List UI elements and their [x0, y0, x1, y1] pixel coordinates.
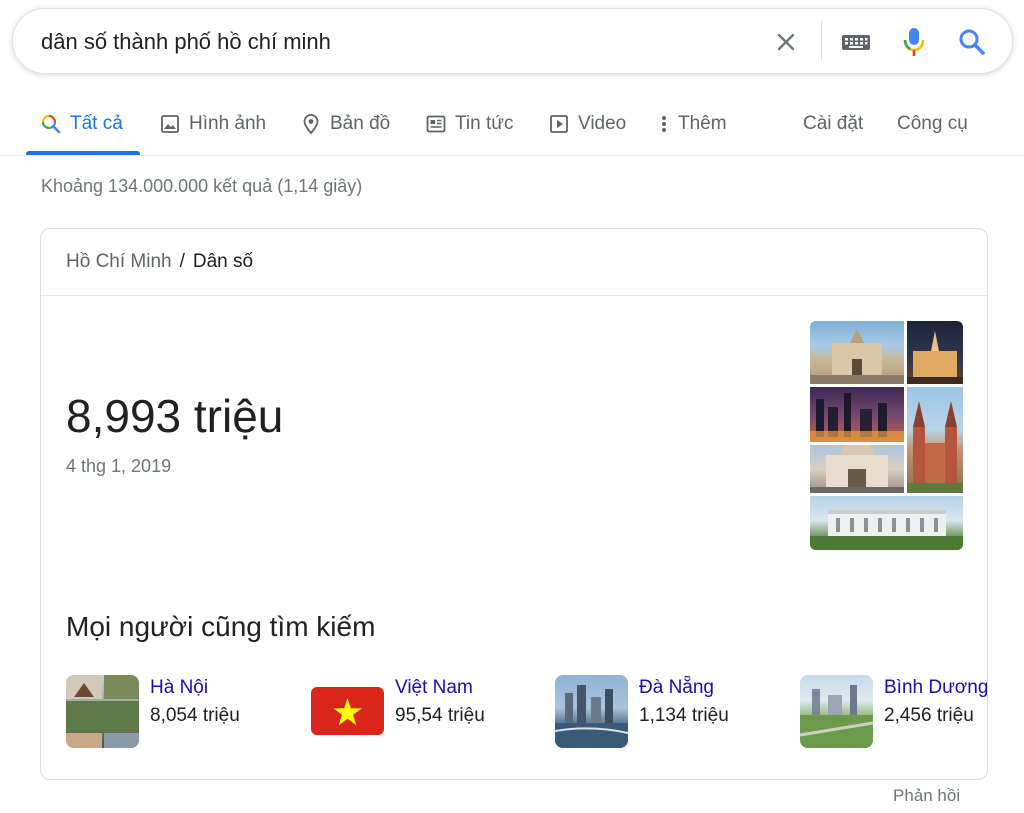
result-stats: Khoảng 134.000.000 kết quả (1,14 giây) [41, 176, 363, 196]
related-search-value: 2,456 triệu [884, 705, 974, 726]
danang-thumbnail [555, 675, 628, 748]
search-icon [40, 113, 62, 135]
breadcrumb-separator: / [179, 251, 185, 272]
related-search-value: 95,54 triệu [395, 705, 485, 726]
tab-label: Hình ảnh [189, 113, 267, 134]
breadcrumb: Hồ Chí Minh / Dân số [41, 229, 987, 296]
population-card: Hồ Chí Minh / Dân số 8,993 triệu 4 thg 1… [40, 228, 988, 780]
search-icon[interactable] [956, 26, 988, 58]
search-input[interactable] [41, 23, 741, 61]
tab-news[interactable]: Tin tức [425, 92, 513, 156]
hanoi-thumbnail [66, 675, 139, 748]
breadcrumb-current: Dân số [192, 251, 254, 272]
skyline-night-image [810, 387, 904, 442]
binhduong-thumbnail [800, 675, 873, 748]
microphone-icon[interactable] [898, 26, 930, 58]
post-office-image [810, 321, 904, 384]
related-search-name: Việt Nam [395, 677, 473, 698]
tab-maps[interactable]: Bản đồ [300, 92, 390, 156]
settings-link[interactable]: Cài đặt [803, 92, 863, 156]
search-divider [821, 21, 822, 61]
news-icon [425, 113, 447, 135]
tab-label: Thêm [678, 113, 727, 134]
map-pin-icon [300, 113, 322, 135]
related-search-name: Hà Nội [150, 677, 209, 698]
people-also-search-title: Mọi người cũng tìm kiếm [66, 611, 376, 642]
tab-video[interactable]: Video [548, 92, 626, 156]
opera-house-image [810, 441, 904, 493]
video-play-icon [548, 113, 570, 135]
breadcrumb-parent-link[interactable]: Hồ Chí Minh [66, 251, 172, 273]
feedback-link[interactable]: Phản hồi [893, 786, 960, 806]
tab-label: Video [578, 113, 627, 134]
tab-images[interactable]: Hình ảnh [159, 92, 266, 156]
settings-label: Cài đặt [803, 113, 864, 134]
tab-label: Tất cả [70, 113, 123, 134]
search-tabs: Tất cả Hình ảnh Bản đồ Tin tức Video Thê… [0, 92, 1024, 156]
related-search-hanoi[interactable]: Hà Nội 8,054 triệu [66, 675, 240, 749]
tools-link[interactable]: Công cụ [897, 92, 968, 156]
keyboard-icon[interactable] [840, 26, 872, 58]
related-search-vietnam[interactable]: Việt Nam 95,54 triệu [311, 675, 485, 749]
city-hall-night-image [907, 321, 963, 384]
clear-icon[interactable] [770, 26, 802, 58]
active-tab-indicator [26, 151, 140, 155]
search-bar [12, 8, 1013, 74]
population-value: 8,993 triệu [66, 390, 284, 442]
tab-more[interactable]: Thêm [657, 92, 727, 156]
related-search-value: 1,134 triệu [639, 705, 729, 726]
related-search-value: 8,054 triệu [150, 705, 240, 726]
image-icon [159, 113, 181, 135]
population-date: 4 thg 1, 2019 [66, 456, 172, 476]
related-search-name: Bình Dương [884, 677, 988, 698]
tab-label: Tin tức [455, 113, 514, 134]
tab-label: Bản đồ [330, 113, 391, 134]
related-search-name: Đà Nẵng [639, 677, 714, 698]
independence-palace-image [810, 496, 963, 550]
related-search-danang[interactable]: Đà Nẵng 1,134 triệu [555, 675, 729, 749]
more-vertical-icon [657, 113, 671, 135]
tab-all[interactable]: Tất cả [40, 92, 123, 156]
city-image-collage[interactable] [810, 321, 963, 550]
vietnam-flag-icon [311, 675, 384, 748]
tools-label: Công cụ [897, 113, 968, 134]
related-search-binhduong[interactable]: Bình Dương 2,456 triệu [800, 675, 988, 749]
cathedral-image [907, 387, 963, 493]
